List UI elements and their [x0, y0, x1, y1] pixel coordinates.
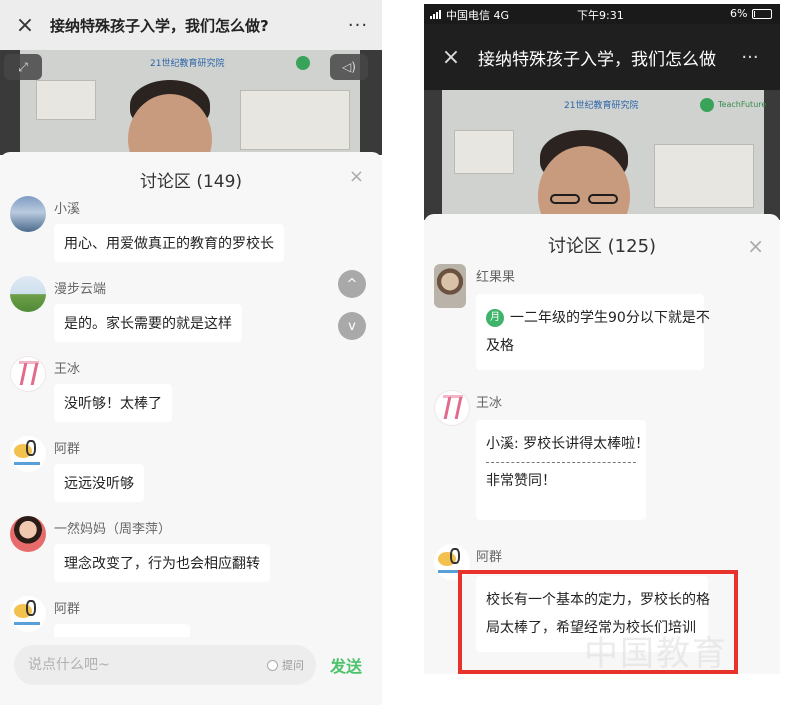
scroll-up-button[interactable]: ^ — [338, 270, 366, 298]
battery-icon — [752, 9, 772, 19]
username: 阿群 — [476, 550, 503, 565]
page-title: 接纳特殊孩子入学，我们怎么做? — [50, 16, 269, 35]
panel-title: 讨论区 (149) — [139, 172, 243, 192]
avatar[interactable] — [10, 276, 46, 312]
discussion-panel: 讨论区 (125) × 红果果 月一二年级的学生90分以下就是不 及格 王冰 小… — [424, 214, 780, 674]
right-phone-screen: 中国电信 4G 下午9:31 6% × 接纳特殊孩子入学，我们怎么做 ··· 2… — [424, 4, 780, 674]
live-video[interactable]: 21世纪教育研究院 TeachFuture — [424, 90, 780, 220]
bookshelf — [454, 130, 514, 174]
quote-divider — [486, 462, 636, 463]
avatar[interactable] — [10, 356, 46, 392]
discussion-panel: 讨论区 (149) × 小溪 用心、用爱做真正的教育的罗校长 漫步云端 是的。家… — [0, 152, 382, 705]
list-item: 红果果 月一二年级的学生90分以下就是不 及格 — [434, 264, 734, 374]
status-time: 下午9:31 — [577, 9, 624, 22]
left-phone-screen: × 接纳特殊孩子入学，我们怎么做? ··· 21世纪教育研究院 ⤢ ◁) 讨论区… — [0, 0, 382, 705]
username: 小溪 — [54, 202, 81, 217]
video-logo-text: 21世纪教育研究院 — [564, 101, 639, 111]
close-icon[interactable]: × — [424, 45, 478, 70]
comment-text: 没听够！太棒了 — [54, 384, 172, 422]
list-item: 一然妈妈（周李萍） 理念改变了，行为也会相应翻转 — [10, 516, 310, 586]
comment-text: 用心、用爱做真正的教育的罗校长 — [54, 224, 284, 262]
close-icon[interactable]: × — [747, 234, 764, 258]
close-icon[interactable]: × — [349, 166, 364, 187]
username: 王冰 — [476, 396, 503, 411]
username: 阿群 — [54, 602, 81, 617]
comment-text: 是的。家长需要的就是这样 — [54, 304, 242, 342]
list-item: 王冰 没听够！太棒了 — [10, 356, 310, 426]
comment-text: 理念改变了，行为也会相应翻转 — [54, 544, 270, 582]
ask-question-toggle[interactable]: 提问 — [267, 657, 304, 673]
month-badge-icon: 月 — [486, 309, 504, 327]
logo-icon — [700, 98, 714, 112]
video-logo-text: TeachFuture — [718, 100, 767, 109]
signal-icon — [430, 10, 441, 19]
list-item: 小溪 用心、用爱做真正的教育的罗校长 — [10, 196, 310, 266]
send-button[interactable]: 发送 — [330, 653, 362, 677]
radio-icon — [267, 659, 278, 671]
battery-level — [754, 11, 755, 17]
comment-text: 远远没听够 — [54, 464, 144, 502]
panel-title: 讨论区 (125) — [547, 236, 657, 257]
volume-icon[interactable]: ◁) — [330, 54, 368, 80]
status-bar: 中国电信 4G 下午9:31 6% — [424, 4, 780, 24]
list-item: 阿群 远远没听够 — [10, 436, 310, 506]
carrier-text: 中国电信 4G — [446, 9, 510, 22]
comment-text: 小溪: 罗校长讲得太棒啦！ 非常赞同！ — [476, 420, 650, 520]
avatar[interactable] — [10, 436, 46, 472]
battery-percent: 6% — [730, 7, 748, 20]
chevron-up-icon: ^ — [346, 276, 358, 292]
username: 一然妈妈（周李萍） — [54, 522, 172, 537]
logo-icon — [296, 56, 310, 70]
quoted-comment: 小溪: 罗校长讲得太棒啦！ — [486, 436, 650, 452]
chevron-down-icon: v — [348, 318, 356, 334]
close-icon[interactable]: × — [0, 13, 50, 38]
list-item: 王冰 小溪: 罗校长讲得太棒啦！ 非常赞同！ — [434, 390, 734, 530]
ask-label: 提问 — [282, 659, 304, 672]
username: 王冰 — [54, 362, 81, 377]
avatar[interactable] — [434, 264, 466, 308]
reply-text: 非常赞同！ — [486, 473, 556, 489]
presenter-glasses — [550, 194, 580, 204]
title-bar: × 接纳特殊孩子入学，我们怎么做? ··· — [0, 0, 382, 50]
list-item: 漫步云端 是的。家长需要的就是这样 — [10, 276, 310, 346]
title-bar: × 接纳特殊孩子入学，我们怎么做 ··· — [424, 24, 780, 90]
avatar[interactable] — [10, 516, 46, 552]
comment-input[interactable] — [28, 657, 228, 673]
comment-input-wrapper[interactable]: 提问 — [14, 645, 316, 685]
fullscreen-icon[interactable]: ⤢ — [4, 54, 42, 80]
username: 阿群 — [54, 442, 81, 457]
username: 红果果 — [476, 270, 516, 285]
live-video[interactable]: 21世纪教育研究院 ⤢ ◁) — [0, 50, 382, 155]
avatar[interactable] — [10, 196, 46, 232]
comment-line: 及格 — [486, 338, 514, 354]
bookshelf — [36, 80, 96, 120]
video-logo-text: 21世纪教育研究院 — [150, 59, 225, 69]
more-options-icon[interactable]: ··· — [720, 47, 780, 68]
comment-line: 一二年级的学生90分以下就是不 — [510, 310, 710, 326]
comment-text: 月一二年级的学生90分以下就是不 及格 — [476, 294, 710, 370]
avatar[interactable] — [10, 596, 46, 632]
scroll-down-button[interactable]: v — [338, 312, 366, 340]
comment-input-bar: 提问 发送 — [0, 637, 382, 705]
bookshelf — [654, 144, 754, 208]
page-title: 接纳特殊孩子入学，我们怎么做 — [478, 49, 716, 70]
panel-header: 讨论区 (125) × — [424, 214, 780, 266]
presenter-glasses — [588, 194, 618, 204]
more-options-icon[interactable]: ··· — [334, 15, 382, 36]
panel-header: 讨论区 (149) × — [0, 152, 382, 200]
bookshelf — [240, 90, 350, 150]
highlight-box — [458, 570, 738, 674]
username: 漫步云端 — [54, 282, 107, 297]
avatar[interactable] — [434, 390, 470, 426]
